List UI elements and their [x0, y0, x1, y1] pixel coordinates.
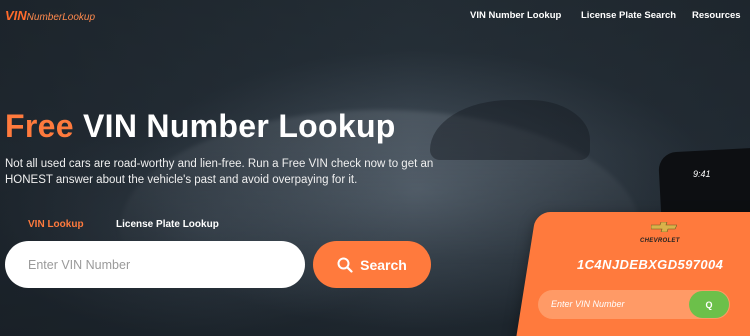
- chevrolet-brand-text: CHEVROLET: [640, 238, 680, 244]
- search-icon: [337, 257, 353, 273]
- site-header: VINNumberLookup VIN Number Lookup Licens…: [0, 0, 750, 32]
- site-logo[interactable]: VINNumberLookup: [5, 8, 95, 23]
- card-input-placeholder: Enter VIN Number: [551, 299, 625, 309]
- nav-vin-number-lookup[interactable]: VIN Number Lookup: [470, 10, 561, 21]
- phone-time: 9:41: [693, 169, 711, 179]
- tab-vin-lookup[interactable]: VIN Lookup: [28, 219, 84, 230]
- card-vin-number: 1C4NJDEBXGD597004: [577, 257, 724, 272]
- hero-description: Not all used cars are road-worthy and li…: [5, 158, 434, 186]
- title-accent: Free: [5, 108, 74, 144]
- nav-resources[interactable]: Resources: [692, 10, 741, 21]
- logo-vin-text: VIN: [5, 8, 27, 23]
- title-main: VIN Number Lookup: [73, 108, 396, 144]
- card-search-button: Q: [689, 291, 729, 318]
- logo-brand-text: NumberLookup: [26, 12, 96, 23]
- page-title: Free VIN Number Lookup: [5, 108, 396, 145]
- search-button[interactable]: Search: [313, 241, 431, 288]
- vin-search-input[interactable]: [5, 241, 305, 288]
- nav-license-plate-search[interactable]: License Plate Search: [581, 10, 676, 21]
- search-button-label: Search: [360, 256, 407, 273]
- chevrolet-bowtie-icon: [651, 222, 677, 232]
- tab-license-plate-lookup[interactable]: License Plate Lookup: [116, 219, 219, 230]
